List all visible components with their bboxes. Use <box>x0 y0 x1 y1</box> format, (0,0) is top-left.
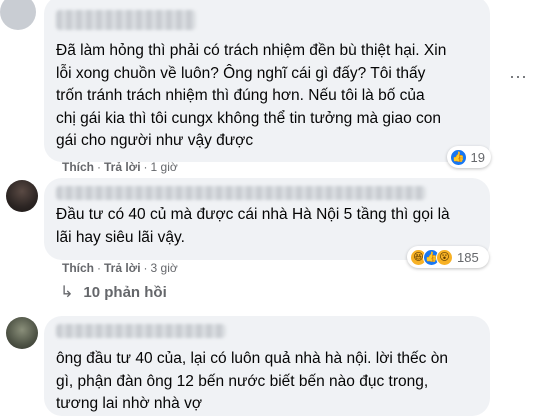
more-options-icon[interactable]: ··· <box>508 66 528 86</box>
timestamp[interactable]: 1 giờ <box>151 160 178 174</box>
comment-author-redacted[interactable] <box>56 324 226 338</box>
like-button[interactable]: Thích <box>62 160 94 174</box>
comment-text: Đầu tư có 40 củ mà được cái nhà Hà Nội 5… <box>56 206 450 246</box>
reply-button[interactable]: Trả lời <box>104 261 141 275</box>
separator: · <box>143 160 148 174</box>
comment-bubble: Đã làm hỏng thì phải có trách nhiệm đền … <box>44 0 490 162</box>
reply-arrow-icon: ↳ <box>60 284 74 301</box>
comment-actions: Thích · Trả lời · 3 giờ <box>62 261 178 275</box>
replies-count-label: 10 phản hồi <box>83 283 167 301</box>
reaction-summary[interactable]: 👍 19 <box>447 146 491 168</box>
like-icon: 👍 <box>450 148 467 166</box>
view-replies-link[interactable]: ↳ 10 phản hồi <box>60 282 167 302</box>
comment-actions: Thích · Trả lời · 1 giờ <box>62 160 178 174</box>
separator: · <box>97 261 101 275</box>
like-button[interactable]: Thích <box>62 261 94 275</box>
avatar[interactable] <box>0 0 36 30</box>
reaction-count: 19 <box>470 149 485 165</box>
reaction-count: 185 <box>457 249 479 265</box>
comment-text: Đã làm hỏng thì phải có trách nhiệm đền … <box>56 42 447 150</box>
separator: · <box>97 160 101 174</box>
reaction-summary[interactable]: 😆 👍 😮 185 <box>407 246 489 268</box>
avatar[interactable] <box>6 317 38 349</box>
avatar[interactable] <box>6 180 38 212</box>
comment-author-redacted[interactable] <box>56 186 426 200</box>
separator: · <box>143 261 148 275</box>
timestamp[interactable]: 3 giờ <box>151 261 178 275</box>
comment-bubble: ông đầu tư 40 của, lại có luôn quả nhà h… <box>44 316 490 416</box>
comment-author-redacted[interactable] <box>56 10 196 30</box>
wow-icon: 😮 <box>436 248 453 266</box>
reply-button[interactable]: Trả lời <box>104 160 141 174</box>
comment-text: ông đầu tư 40 của, lại có luôn quả nhà h… <box>56 350 448 413</box>
